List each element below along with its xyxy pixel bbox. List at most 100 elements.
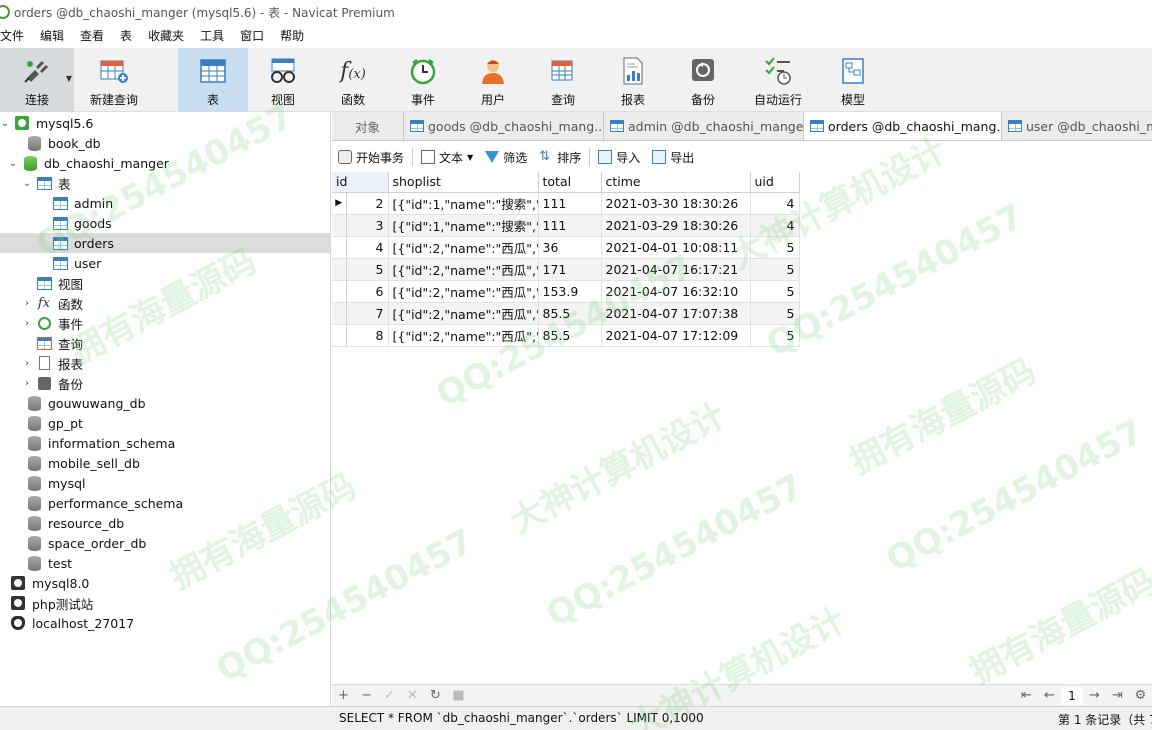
tree-node-mysql80[interactable]: mysql8.0 [0, 573, 330, 593]
chevron-right-icon[interactable]: › [22, 378, 32, 389]
column-header-id[interactable]: id [332, 172, 389, 193]
cell-shoplist[interactable]: [{"id":1,"name":"搜索","stat [388, 192, 539, 215]
cell-shoplist[interactable]: [{"id":2,"name":"西瓜","stat [388, 236, 539, 259]
menu-help[interactable]: 帮助 [272, 24, 312, 48]
chevron-right-icon[interactable]: › [22, 318, 32, 329]
tree-node-mysql56[interactable]: ⌄ mysql5.6 [0, 113, 330, 133]
tab-objects[interactable]: 对象 [332, 112, 404, 140]
backup-button[interactable]: 备份 [668, 48, 738, 112]
chevron-right-icon[interactable]: › [22, 298, 32, 309]
import-button[interactable]: 导入 [592, 145, 646, 169]
tree-node-book-db[interactable]: book_db [0, 133, 330, 153]
tree-node-table-orders[interactable]: orders [0, 233, 330, 253]
cell-total[interactable]: 36 [538, 236, 602, 259]
tree-node-table-user[interactable]: user [0, 253, 330, 273]
tree-node-db[interactable]: test [0, 553, 330, 573]
menu-edit[interactable]: 编辑 [32, 24, 72, 48]
table-row[interactable]: 4 [{"id":2,"name":"西瓜","stat 36 2021-04-… [332, 236, 800, 259]
tree-node-db[interactable]: mobile_sell_db [0, 453, 330, 473]
cell-uid[interactable]: 4 [750, 192, 800, 215]
tab-user[interactable]: user @db_chaoshi_ma [1002, 112, 1152, 140]
tree-node-views[interactable]: 视图 [0, 273, 330, 293]
delete-record-button[interactable]: − [355, 688, 378, 703]
cell-id[interactable]: 7 [346, 302, 389, 325]
chevron-down-icon[interactable]: ⌄ [22, 178, 32, 189]
column-header-shoplist[interactable]: shoplist [388, 172, 539, 193]
table-row[interactable]: 8 [{"id":2,"name":"西瓜","stat 85.5 2021-0… [332, 324, 800, 347]
sort-button[interactable]: ⇅ 排序 [533, 145, 587, 169]
column-header-total[interactable]: total [538, 172, 602, 193]
cell-uid[interactable]: 5 [750, 236, 800, 259]
apply-changes-button[interactable]: ✓ [378, 688, 401, 703]
stop-button[interactable]: ■ [447, 688, 470, 703]
cell-id[interactable]: 8 [346, 324, 389, 347]
next-page-button[interactable]: → [1083, 688, 1106, 703]
tree-node-db[interactable]: mysql [0, 473, 330, 493]
function-button[interactable]: f(x) 函数 [318, 48, 388, 112]
cell-shoplist[interactable]: [{"id":1,"name":"搜索","stat [388, 214, 539, 237]
new-query-button[interactable]: 新建查询 [74, 48, 154, 112]
discard-changes-button[interactable]: ✕ [401, 688, 424, 703]
tree-node-tables[interactable]: ⌄ 表 [0, 173, 330, 193]
gear-icon[interactable]: ⚙ [1129, 688, 1152, 703]
event-button[interactable]: 事件 [388, 48, 458, 112]
previous-page-button[interactable]: ← [1038, 688, 1061, 703]
menu-file[interactable]: 文件 [0, 24, 32, 48]
tree-node-db[interactable]: resource_db [0, 513, 330, 533]
begin-transaction-button[interactable]: 开始事务 [332, 145, 410, 169]
cell-uid[interactable]: 5 [750, 258, 800, 281]
tree-node-db[interactable]: gouwuwang_db [0, 393, 330, 413]
model-button[interactable]: 模型 [818, 48, 888, 112]
tab-admin[interactable]: admin @db_chaoshi_mange... [604, 112, 804, 140]
cell-shoplist[interactable]: [{"id":2,"name":"西瓜","stat [388, 302, 539, 325]
report-button[interactable]: 报表 [598, 48, 668, 112]
cell-uid[interactable]: 4 [750, 214, 800, 237]
column-header-ctime[interactable]: ctime [601, 172, 751, 193]
cell-uid[interactable]: 5 [750, 280, 800, 303]
last-page-button[interactable]: ⇥ [1106, 688, 1129, 703]
add-record-button[interactable]: + [332, 688, 355, 703]
refresh-button[interactable]: ↻ [424, 688, 447, 703]
text-view-button[interactable]: 文本 ▼ [415, 145, 479, 169]
menu-favorites[interactable]: 收藏夹 [140, 24, 192, 48]
menu-view[interactable]: 查看 [72, 24, 112, 48]
cell-id[interactable]: 5 [346, 258, 389, 281]
tree-node-events[interactable]: › 事件 [0, 313, 330, 333]
cell-total[interactable]: 111 [538, 214, 602, 237]
tree-node-queries[interactable]: 查询 [0, 333, 330, 353]
connect-button[interactable]: ▼ 连接 [0, 48, 74, 112]
cell-id[interactable]: 6 [346, 280, 389, 303]
cell-total[interactable]: 85.5 [538, 324, 602, 347]
cell-shoplist[interactable]: [{"id":2,"name":"西瓜","stat [388, 258, 539, 281]
first-page-button[interactable]: ⇤ [1015, 688, 1038, 703]
tree-node-table-goods[interactable]: goods [0, 213, 330, 233]
tree-node-db[interactable]: gp_pt [0, 413, 330, 433]
cell-ctime[interactable]: 2021-04-01 10:08:11 [601, 236, 751, 259]
chevron-down-icon[interactable]: ⌄ [8, 158, 18, 169]
cell-uid[interactable]: 5 [750, 324, 800, 347]
cell-total[interactable]: 171 [538, 258, 602, 281]
cell-total[interactable]: 85.5 [538, 302, 602, 325]
user-button[interactable]: 用户 [458, 48, 528, 112]
cell-total[interactable]: 111 [538, 192, 602, 215]
chevron-down-icon[interactable]: ⌄ [0, 118, 10, 129]
table-row[interactable]: 5 [{"id":2,"name":"西瓜","stat 171 2021-04… [332, 258, 800, 281]
menu-window[interactable]: 窗口 [232, 24, 272, 48]
tree-node-db[interactable]: information_schema [0, 433, 330, 453]
tree-node-localhost[interactable]: localhost_27017 [0, 613, 330, 633]
cell-ctime[interactable]: 2021-04-07 16:17:21 [601, 258, 751, 281]
tree-node-table-admin[interactable]: admin [0, 193, 330, 213]
cell-id[interactable]: 2 [346, 192, 389, 215]
table-row[interactable]: ▶ 2 [{"id":1,"name":"搜索","stat 111 2021-… [332, 192, 800, 215]
tree-node-functions[interactable]: › fx 函数 [0, 293, 330, 313]
cell-ctime[interactable]: 2021-03-30 18:30:26 [601, 192, 751, 215]
menu-table[interactable]: 表 [112, 24, 140, 48]
view-button[interactable]: 视图 [248, 48, 318, 112]
chevron-down-icon[interactable]: ▼ [66, 74, 72, 83]
menu-tools[interactable]: 工具 [192, 24, 232, 48]
export-button[interactable]: 导出 [646, 145, 700, 169]
cell-ctime[interactable]: 2021-04-07 17:07:38 [601, 302, 751, 325]
column-header-uid[interactable]: uid [750, 172, 800, 193]
query-button[interactable]: 查询 [528, 48, 598, 112]
cell-ctime[interactable]: 2021-04-07 16:32:10 [601, 280, 751, 303]
